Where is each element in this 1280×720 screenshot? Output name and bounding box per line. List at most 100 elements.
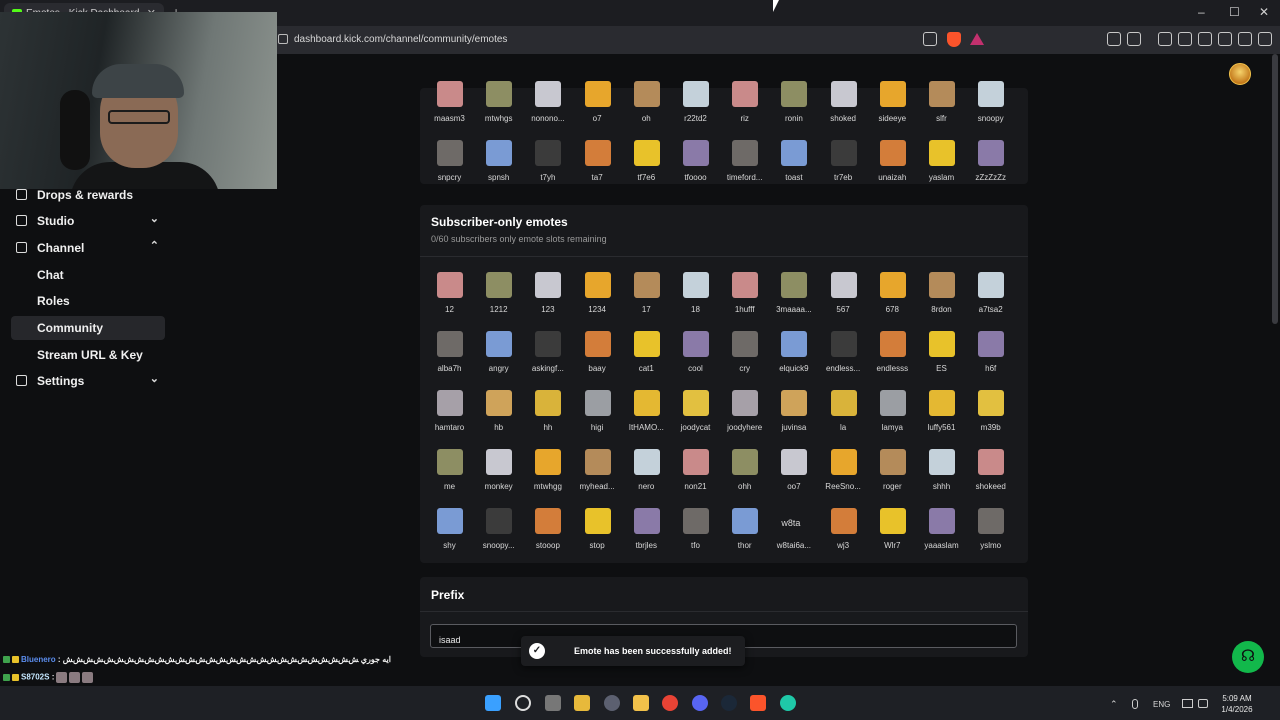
- subscriber-emote[interactable]: ohh: [720, 449, 769, 503]
- channel-emote[interactable]: shoked: [819, 81, 868, 135]
- network-icon[interactable]: [1182, 699, 1193, 708]
- steam-icon[interactable]: [721, 695, 737, 711]
- clock[interactable]: 5:09 AM 1/4/2026: [1218, 693, 1256, 715]
- subscriber-emote[interactable]: h6f: [966, 331, 1015, 385]
- channel-emote[interactable]: tf7e6: [622, 140, 671, 194]
- subscriber-emote[interactable]: cat1: [622, 331, 671, 385]
- channel-emote[interactable]: snpcry: [425, 140, 474, 194]
- subscriber-emote[interactable]: 678: [868, 272, 917, 326]
- subscriber-emote[interactable]: 1234: [573, 272, 622, 326]
- subscriber-emote[interactable]: tbrjles: [622, 508, 671, 562]
- subscriber-emote[interactable]: askingf...: [523, 331, 572, 385]
- channel-emote[interactable]: timeford...: [720, 140, 769, 194]
- channel-emote[interactable]: maasm3: [425, 81, 474, 135]
- subscriber-emote[interactable]: endlesss: [868, 331, 917, 385]
- subscriber-emote[interactable]: 8rdon: [917, 272, 966, 326]
- reader-mode-icon[interactable]: [1127, 32, 1141, 46]
- channel-emote[interactable]: o7: [573, 81, 622, 135]
- channel-emote[interactable]: r22td2: [671, 81, 720, 135]
- subscriber-emote[interactable]: alba7h: [425, 331, 474, 385]
- subscriber-emote[interactable]: 17: [622, 272, 671, 326]
- subscriber-emote[interactable]: a7tsa2: [966, 272, 1015, 326]
- subscriber-emote[interactable]: Wlr7: [868, 508, 917, 562]
- subscriber-emote[interactable]: m39b: [966, 390, 1015, 444]
- share-icon[interactable]: [923, 32, 937, 46]
- subscriber-emote[interactable]: stop: [573, 508, 622, 562]
- app-icon[interactable]: [780, 695, 796, 711]
- subscriber-emote[interactable]: cry: [720, 331, 769, 385]
- subscriber-emote[interactable]: 567: [819, 272, 868, 326]
- brave-shields-icon[interactable]: [947, 32, 961, 47]
- channel-emote[interactable]: spnsh: [474, 140, 523, 194]
- subscriber-emote[interactable]: joodycat: [671, 390, 720, 444]
- subscriber-emote[interactable]: non21: [671, 449, 720, 503]
- sidebar-toggle-icon[interactable]: [1178, 32, 1192, 46]
- subscriber-emote[interactable]: shy: [425, 508, 474, 562]
- subscriber-emote[interactable]: elquick9: [769, 331, 818, 385]
- chrome-icon[interactable]: [662, 695, 678, 711]
- channel-emote[interactable]: yaslam: [917, 140, 966, 194]
- store-icon[interactable]: [574, 695, 590, 711]
- address-bar[interactable]: dashboard.kick.com/channel/community/emo…: [272, 31, 990, 49]
- subscriber-emote[interactable]: joodyhere: [720, 390, 769, 444]
- subscriber-emote[interactable]: yslmo: [966, 508, 1015, 562]
- subscriber-emote[interactable]: ReeSno...: [819, 449, 868, 503]
- subscriber-emote[interactable]: higi: [573, 390, 622, 444]
- sidebar-item-roles[interactable]: Roles: [11, 289, 165, 313]
- wallet-icon[interactable]: [1198, 32, 1212, 46]
- subscriber-emote[interactable]: cool: [671, 331, 720, 385]
- subscriber-emote[interactable]: oo7: [769, 449, 818, 503]
- subscriber-emote[interactable]: endless...: [819, 331, 868, 385]
- channel-emote[interactable]: ta7: [573, 140, 622, 194]
- subscriber-emote[interactable]: 1hufff: [720, 272, 769, 326]
- subscriber-emote[interactable]: mtwhgg: [523, 449, 572, 503]
- subscriber-emote[interactable]: ItHAMO...: [622, 390, 671, 444]
- task-view-icon[interactable]: [545, 695, 561, 711]
- subscriber-emote[interactable]: roger: [868, 449, 917, 503]
- channel-emote[interactable]: sideeye: [868, 81, 917, 135]
- close-window-button[interactable]: ✕: [1259, 5, 1269, 19]
- sidebar-item-chat[interactable]: Chat: [11, 263, 165, 287]
- subscriber-emote[interactable]: shokeed: [966, 449, 1015, 503]
- subscriber-emote[interactable]: 18: [671, 272, 720, 326]
- brave-icon[interactable]: [750, 695, 766, 711]
- page-scrollbar[interactable]: [1272, 54, 1278, 324]
- user-avatar[interactable]: [1229, 63, 1251, 85]
- tray-chevron-icon[interactable]: ⌃: [1110, 699, 1118, 710]
- subscriber-emote[interactable]: baay: [573, 331, 622, 385]
- channel-emote[interactable]: toast: [769, 140, 818, 194]
- subscriber-emote[interactable]: thor: [720, 508, 769, 562]
- support-chat-button[interactable]: ☊: [1232, 641, 1264, 673]
- downloads-icon[interactable]: [1158, 32, 1172, 46]
- start-icon[interactable]: [485, 695, 501, 711]
- search-icon[interactable]: [515, 695, 531, 711]
- subscriber-emote[interactable]: lamya: [868, 390, 917, 444]
- channel-emote[interactable]: snoopy: [966, 81, 1015, 135]
- sidebar-item-community[interactable]: Community: [11, 316, 165, 340]
- subscriber-emote[interactable]: stooop: [523, 508, 572, 562]
- subscriber-emote[interactable]: w8ta w8tai6a...: [769, 508, 818, 562]
- site-info-icon[interactable]: [278, 34, 288, 44]
- subscriber-emote[interactable]: myhead...: [573, 449, 622, 503]
- obs-icon[interactable]: [604, 695, 620, 711]
- channel-emote[interactable]: tr7eb: [819, 140, 868, 194]
- subscriber-emote[interactable]: ES: [917, 331, 966, 385]
- subscriber-emote[interactable]: 12: [425, 272, 474, 326]
- subscriber-emote[interactable]: shhh: [917, 449, 966, 503]
- subscriber-emote[interactable]: tfo: [671, 508, 720, 562]
- channel-emote[interactable]: slfr: [917, 81, 966, 135]
- channel-emote[interactable]: mtwhgs: [474, 81, 523, 135]
- subscriber-emote[interactable]: snoopy...: [474, 508, 523, 562]
- subscriber-emote[interactable]: hb: [474, 390, 523, 444]
- subscriber-emote[interactable]: 123: [523, 272, 572, 326]
- microphone-icon[interactable]: [1132, 699, 1138, 709]
- channel-emote[interactable]: unaizah: [868, 140, 917, 194]
- channel-emote[interactable]: riz: [720, 81, 769, 135]
- menu-icon[interactable]: [1258, 32, 1272, 46]
- sidebar-item-channel[interactable]: Channel ⌃: [11, 236, 165, 260]
- subscriber-emote[interactable]: la: [819, 390, 868, 444]
- leo-ai-icon[interactable]: [1218, 32, 1232, 46]
- sidebar-item-stream-url-key[interactable]: Stream URL & Key: [11, 343, 165, 367]
- minimize-button[interactable]: –: [1198, 5, 1205, 19]
- subscriber-emote[interactable]: nero: [622, 449, 671, 503]
